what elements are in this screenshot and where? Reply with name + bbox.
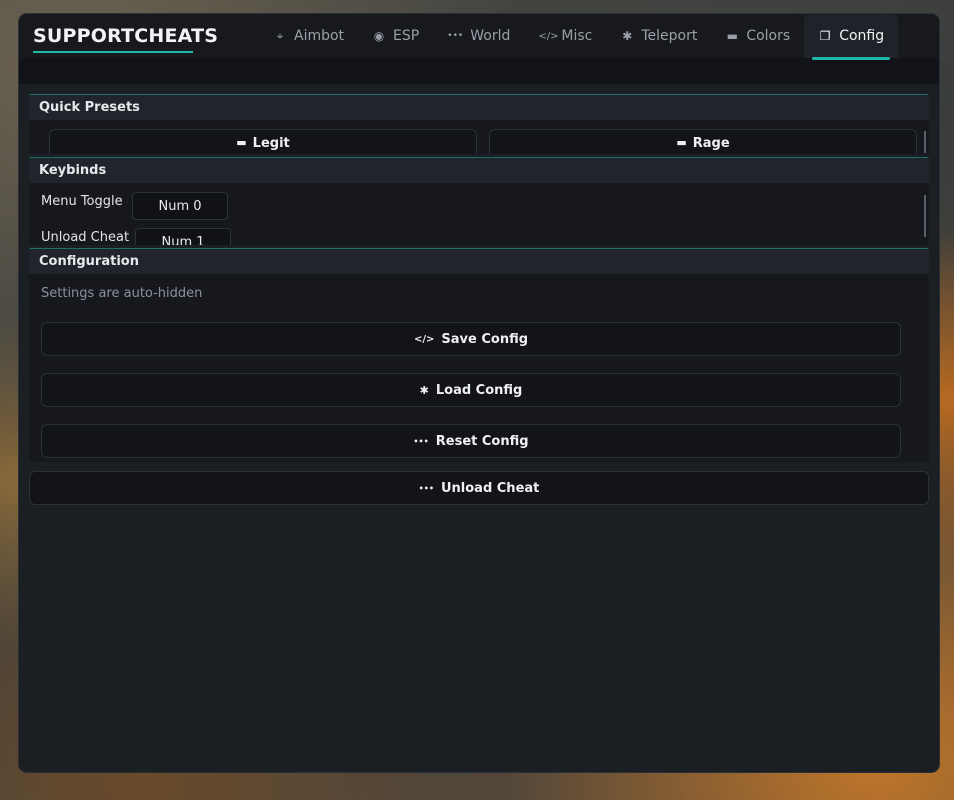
window-icon: ▬ (726, 29, 738, 43)
hint-text: Settings are auto-hidden (41, 286, 203, 301)
button-label: Unload Cheat (440, 480, 540, 496)
window-icon: ▬ (676, 136, 687, 149)
scrollbar[interactable] (924, 195, 926, 237)
tab-strip (19, 58, 939, 84)
copy-icon: ❐ (819, 29, 831, 43)
keybind-label: Menu Toggle (41, 194, 123, 209)
crosshair-icon: ⌖ (276, 28, 284, 43)
dots-icon: ••• (413, 436, 429, 446)
legit-preset-button[interactable]: ▬ Legit (49, 129, 477, 154)
keybinds-panel: Keybinds Menu Toggle Num 0 Unload Cheat … (29, 157, 929, 245)
dots-icon: ••• (418, 483, 434, 493)
panel-title: Quick Presets (29, 95, 929, 120)
rage-preset-button[interactable]: ▬ Rage (489, 129, 917, 154)
tab-esp[interactable]: ◉ ESP (358, 14, 433, 58)
button-label: Legit (252, 136, 290, 151)
cheat-menu-window: SUPPORTCHEATS ⌖ Aimbot ◉ ESP ••• World <… (19, 14, 939, 772)
button-label: Reset Config (435, 433, 529, 449)
tab-label: ESP (393, 28, 420, 44)
tab-label: World (470, 28, 511, 44)
tab-aimbot[interactable]: ⌖ Aimbot (259, 14, 358, 58)
tab-teleport[interactable]: ✱ Teleport (606, 14, 711, 58)
save-config-button[interactable]: </> Save Config (41, 322, 901, 356)
eye-icon: ◉ (373, 29, 385, 43)
reset-config-button[interactable]: ••• Reset Config (41, 424, 901, 458)
brand-title: SUPPORTCHEATS (33, 25, 219, 47)
configuration-panel: Configuration Settings are auto-hidden <… (29, 248, 929, 462)
quick-presets-panel: Quick Presets ▬ Legit ▬ Rage (29, 94, 929, 154)
button-label: Load Config (435, 382, 523, 398)
tab-colors[interactable]: ▬ Colors (711, 14, 804, 58)
window-icon: ▬ (236, 136, 247, 149)
config-content: Quick Presets ▬ Legit ▬ Rage Keybinds Me… (19, 84, 939, 505)
button-label: Save Config (441, 331, 529, 347)
tab-label: Misc (561, 28, 593, 44)
unload-cheat-key-button[interactable]: Num 1 (135, 228, 231, 245)
menu-toggle-key-button[interactable]: Num 0 (132, 192, 228, 220)
code-icon: </> (413, 333, 435, 345)
gear-icon: ✱ (419, 383, 429, 397)
load-config-button[interactable]: ✱ Load Config (41, 373, 901, 407)
tab-label: Aimbot (294, 28, 345, 44)
tab-config[interactable]: ❐ Config (804, 14, 899, 60)
tab-world[interactable]: ••• World (433, 14, 524, 58)
tab-label: Colors (746, 28, 791, 44)
tab-label: Config (839, 28, 885, 44)
keybind-label: Unload Cheat (41, 230, 130, 245)
button-label: Rage (692, 136, 730, 151)
panel-title: Keybinds (29, 158, 929, 183)
dots-icon: ••• (447, 31, 464, 41)
tab-bar: ⌖ Aimbot ◉ ESP ••• World </> Misc ✱ Tele… (259, 14, 899, 60)
brand-underline (33, 51, 193, 53)
gear-icon: ✱ (622, 29, 633, 43)
panel-title: Configuration (29, 249, 929, 274)
top-bar: SUPPORTCHEATS ⌖ Aimbot ◉ ESP ••• World <… (19, 14, 939, 60)
tab-label: Teleport (641, 28, 698, 44)
tab-misc[interactable]: </> Misc (524, 14, 606, 58)
keybinds-area[interactable]: Menu Toggle Num 0 Unload Cheat Num 1 (29, 183, 929, 245)
unload-cheat-button[interactable]: ••• Unload Cheat (29, 471, 929, 505)
presets-area[interactable]: ▬ Legit ▬ Rage (29, 120, 929, 154)
code-icon: </> (538, 30, 559, 42)
scrollbar[interactable] (924, 131, 926, 153)
